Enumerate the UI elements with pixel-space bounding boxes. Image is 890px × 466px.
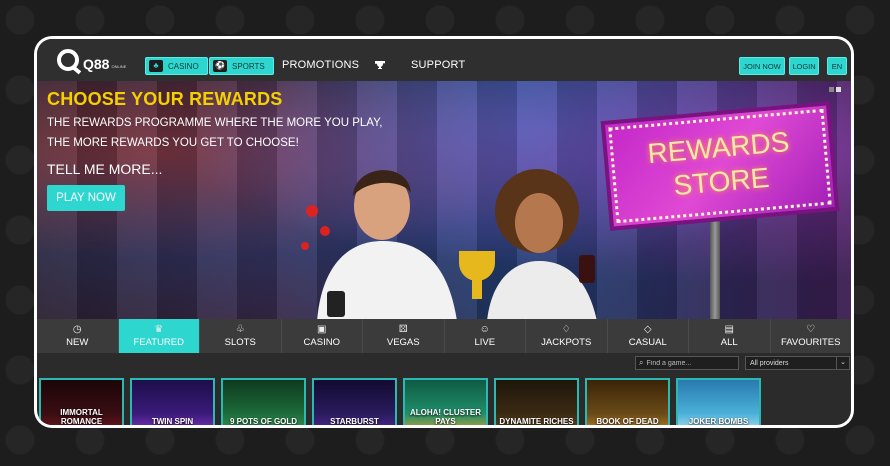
game-tile[interactable]: BOOK OF DEAD <box>585 378 670 425</box>
sports-nav-button[interactable]: ⚽ SPORTS <box>209 57 274 75</box>
chevron-down-icon: ⌄ <box>836 357 849 369</box>
game-title: BOOK OF DEAD <box>596 417 659 425</box>
logo-subtext: ONLINE <box>111 64 127 69</box>
game-title: ALOHA! CLUSTER PAYS <box>409 408 482 425</box>
cherries-icon: ♧ <box>235 324 245 335</box>
trophy-icon[interactable] <box>375 60 385 70</box>
site-logo[interactable]: Q88 ONLINE <box>57 49 126 71</box>
game-tile[interactable]: 9 POTS OF GOLD <box>221 378 306 425</box>
search-icon: ⌕ <box>639 358 644 367</box>
logo-text: Q88 <box>83 56 110 72</box>
woman-with-trophy-image <box>459 169 597 319</box>
tab-jackpots[interactable]: ♢ JACKPOTS <box>526 319 608 353</box>
document-icon: ▤ <box>724 324 734 335</box>
game-tile[interactable]: JOKER BOMBS <box>676 378 761 425</box>
game-title: DYNAMITE RICHES <box>499 417 574 425</box>
slot-machine-icon: ♣ <box>149 60 163 72</box>
cards-icon: ▣ <box>317 324 327 335</box>
support-link[interactable]: SUPPORT <box>411 59 465 71</box>
tab-casino[interactable]: ▣ CASINO <box>282 319 363 353</box>
runner-icon: ⚽ <box>213 60 227 72</box>
category-tabs: ◷ NEW ♛ FEATURED ♧ SLOTS ▣ CASINO ⚄ VEGA… <box>37 319 851 353</box>
heart-icon: ♡ <box>806 324 816 335</box>
game-title: JOKER BOMBS <box>688 417 749 425</box>
game-tile[interactable]: TWIN SPIN <box>130 378 215 425</box>
tab-new[interactable]: ◷ NEW <box>37 319 119 353</box>
carousel-dots <box>829 87 841 92</box>
tab-label: CASINO <box>303 337 340 348</box>
dice-icon: ⚄ <box>398 324 408 335</box>
tab-label: LIVE <box>474 337 496 348</box>
tab-label: ALL <box>720 337 738 348</box>
game-search-input[interactable] <box>646 359 727 367</box>
carousel-dot-active[interactable] <box>836 87 841 92</box>
game-tile[interactable]: IMMORTAL ROMANCE <box>39 378 124 425</box>
user-icon: ☺ <box>479 324 490 335</box>
tab-label: JACKPOTS <box>541 337 592 348</box>
tab-vegas[interactable]: ⚄ VEGAS <box>363 319 445 353</box>
play-now-button[interactable]: PLAY NOW <box>47 185 125 211</box>
tab-casual[interactable]: ◇ CASUAL <box>608 319 689 353</box>
tab-featured[interactable]: ♛ FEATURED <box>118 319 200 353</box>
logo-q-icon <box>57 49 79 71</box>
tell-me-more-link[interactable]: TELL ME MORE... <box>47 161 162 177</box>
promotions-link[interactable]: PROMOTIONS <box>282 59 359 71</box>
hero-title: CHOOSE YOUR REWARDS <box>47 89 283 109</box>
provider-select[interactable]: All providers ⌄ <box>745 356 850 370</box>
language-button[interactable]: EN <box>827 57 847 75</box>
tab-label: NEW <box>66 337 89 348</box>
game-title: TWIN SPIN <box>151 417 194 425</box>
carousel-dot[interactable] <box>829 87 834 92</box>
game-tile[interactable]: STARBURST <box>312 378 397 425</box>
man-with-phone-image <box>301 170 457 319</box>
crown-icon: ♛ <box>154 324 164 335</box>
game-tile[interactable]: DYNAMITE RICHES <box>494 378 579 425</box>
hero-banner: REWARDS STORE CHOOSE YOUR REWARDS THE RE… <box>37 81 851 319</box>
game-tile[interactable]: ALOHA! CLUSTER PAYS <box>403 378 488 425</box>
tab-label: CASUAL <box>628 337 667 348</box>
sign-pole <box>710 221 720 319</box>
tab-favourites[interactable]: ♡ FAVOURITES <box>771 319 852 353</box>
game-search[interactable]: ⌕ <box>635 356 739 370</box>
tab-label: FAVOURITES <box>781 337 841 348</box>
site-screen: Q88 ONLINE ♣ CASINO ⚽ SPORTS PROMOTIONS … <box>37 39 851 425</box>
filter-row: ⌕ All providers ⌄ <box>37 353 851 377</box>
rewards-store-sign: REWARDS STORE <box>600 101 840 231</box>
game-tiles: IMMORTAL ROMANCE TWIN SPIN 9 POTS OF GOL… <box>39 378 851 425</box>
diamond-icon: ◇ <box>643 324 652 335</box>
diamond-ring-icon: ♢ <box>561 324 571 335</box>
top-nav-bar: Q88 ONLINE ♣ CASINO ⚽ SPORTS PROMOTIONS … <box>37 39 851 81</box>
tab-all[interactable]: ▤ ALL <box>689 319 771 353</box>
hero-subtitle-line1: THE REWARDS PROGRAMME WHERE THE MORE YOU… <box>47 117 383 129</box>
login-button[interactable]: LOGIN <box>789 57 819 75</box>
tab-live[interactable]: ☺ LIVE <box>445 319 526 353</box>
game-title: IMMORTAL ROMANCE <box>60 408 103 425</box>
tab-label: FEATURED <box>133 337 185 348</box>
game-title: STARBURST <box>330 417 379 425</box>
tab-label: SLOTS <box>224 337 256 348</box>
browser-frame: Q88 ONLINE ♣ CASINO ⚽ SPORTS PROMOTIONS … <box>34 36 854 428</box>
casino-nav-label: CASINO <box>168 61 199 71</box>
tab-label: VEGAS <box>386 337 420 348</box>
provider-select-value: All providers <box>750 359 789 367</box>
casino-nav-button[interactable]: ♣ CASINO <box>145 57 208 75</box>
clock-icon: ◷ <box>72 324 82 335</box>
game-title: 9 POTS OF GOLD <box>229 417 298 425</box>
tab-slots[interactable]: ♧ SLOTS <box>200 319 282 353</box>
sports-nav-label: SPORTS <box>232 61 265 71</box>
join-now-button[interactable]: JOIN NOW <box>739 57 785 75</box>
hero-subtitle-line2: THE MORE REWARDS YOU GET TO CHOOSE! <box>47 137 299 149</box>
